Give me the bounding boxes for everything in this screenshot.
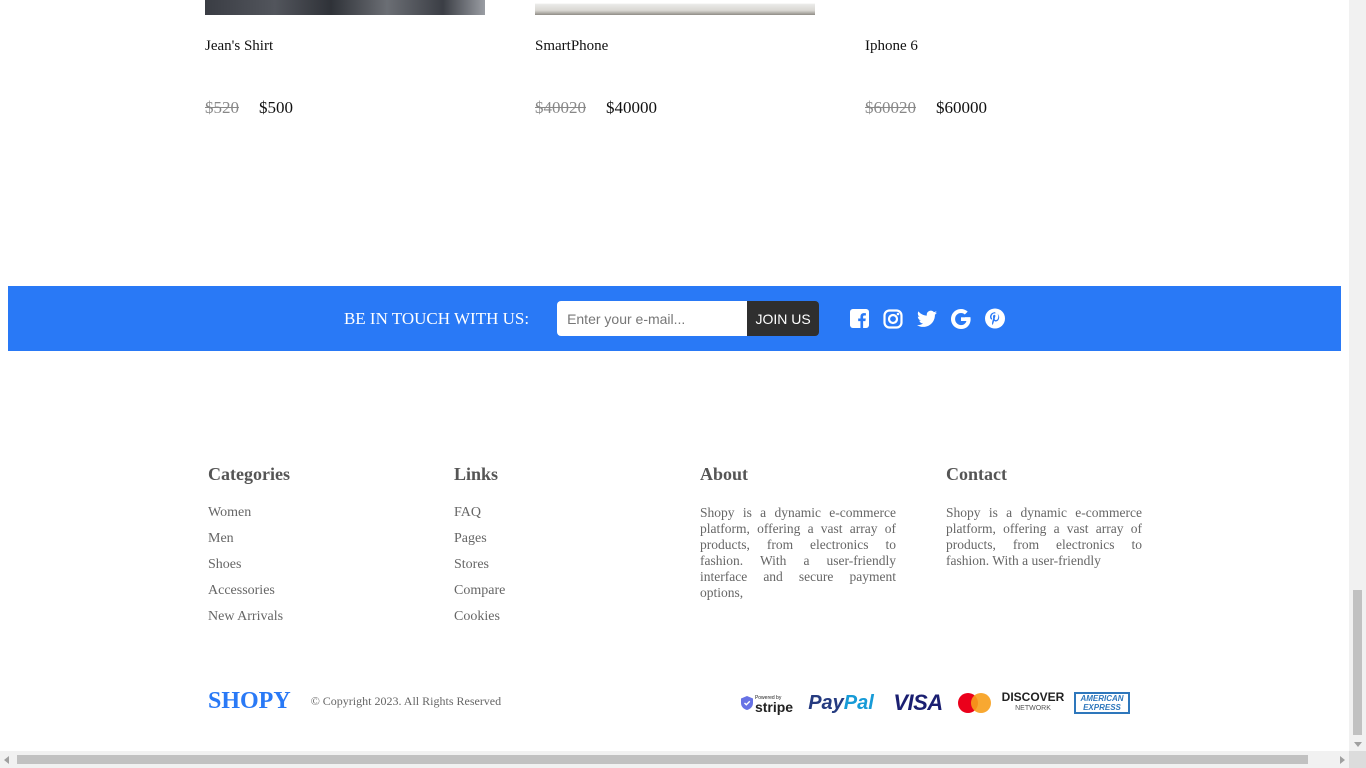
- product-prices: $60020 $60000: [865, 98, 1145, 118]
- horizontal-scroll-thumb[interactable]: [17, 755, 1308, 764]
- current-price: $500: [259, 98, 293, 117]
- pinterest-icon[interactable]: [985, 308, 1006, 329]
- footer-links: Links FAQ Pages Stores Compare Cookies: [454, 464, 700, 635]
- visa-label: VISA: [893, 690, 943, 715]
- footer-about: About Shopy is a dynamic e-commerce plat…: [700, 464, 946, 635]
- scrollbar-corner: [1349, 751, 1366, 768]
- instagram-icon[interactable]: [883, 308, 903, 329]
- product-name[interactable]: Iphone 6: [865, 38, 1145, 58]
- discover-network-label: NETWORK: [1015, 705, 1051, 712]
- twitter-icon[interactable]: [917, 309, 938, 329]
- current-price: $40000: [606, 98, 657, 117]
- product-name[interactable]: SmartPhone: [535, 38, 815, 58]
- join-us-button[interactable]: JOIN US: [747, 301, 820, 336]
- about-text: Shopy is a dynamic e-commerce platform, …: [700, 505, 896, 600]
- footer-link-compare[interactable]: Compare: [454, 583, 700, 609]
- shield-icon: [740, 696, 753, 710]
- product-prices: $40020 $40000: [535, 98, 815, 118]
- footer-link-cookies[interactable]: Cookies: [454, 609, 700, 635]
- mastercard-yellow-circle: [971, 693, 991, 713]
- stripe-label: stripe: [754, 699, 794, 715]
- facebook-icon[interactable]: [849, 309, 869, 329]
- footer-categories: Categories Women Men Shoes Accessories N…: [208, 464, 454, 635]
- paypal-logo: Pay Pal: [804, 690, 878, 716]
- newsletter-label: BE IN TOUCH WITH US:: [343, 308, 530, 328]
- brand-logo[interactable]: SHOPY: [208, 688, 291, 715]
- discover-label: DISCOVER: [1001, 690, 1065, 704]
- product-prices: $520 $500: [205, 98, 485, 118]
- product-image[interactable]: [535, 0, 815, 15]
- vertical-scroll-thumb[interactable]: [1353, 590, 1362, 735]
- paypal-label-pay: Pay: [808, 691, 844, 714]
- links-heading: Links: [454, 464, 499, 484]
- newsletter-banner: BE IN TOUCH WITH US: JOIN US: [8, 286, 1341, 351]
- email-input[interactable]: [557, 301, 748, 336]
- old-price: $520: [205, 98, 239, 117]
- paypal-label-pal: Pal: [843, 691, 874, 714]
- product-card[interactable]: SmartPhone $40020 $40000: [535, 0, 815, 118]
- discover-logo: DISCOVER NETWORK: [1001, 690, 1065, 716]
- amex-label-express: EXPRESS: [1083, 703, 1121, 712]
- product-name[interactable]: Jean's Shirt: [205, 38, 485, 58]
- old-price: $40020: [535, 98, 586, 117]
- footer-link-stores[interactable]: Stores: [454, 557, 700, 583]
- category-link-shoes[interactable]: Shoes: [208, 557, 454, 583]
- category-link-women[interactable]: Women: [208, 505, 454, 531]
- footer-link-faq[interactable]: FAQ: [454, 505, 700, 531]
- mastercard-logo: [958, 690, 992, 716]
- product-row: Jean's Shirt $520 $500 SmartPhone $40020…: [205, 0, 1145, 118]
- contact-text: Shopy is a dynamic e-commerce platform, …: [946, 505, 1142, 568]
- scroll-right-arrow-icon[interactable]: [1340, 756, 1345, 764]
- categories-list: Women Men Shoes Accessories New Arrivals: [208, 505, 454, 635]
- payment-methods: Powered by stripe Pay Pal VISA DISCOVER N…: [740, 690, 1130, 716]
- contact-heading: Contact: [946, 464, 1007, 484]
- category-link-accessories[interactable]: Accessories: [208, 583, 454, 609]
- horizontal-scrollbar[interactable]: [0, 751, 1349, 768]
- category-link-new-arrivals[interactable]: New Arrivals: [208, 609, 454, 635]
- categories-heading: Categories: [208, 464, 290, 484]
- footer-bottom: SHOPY © Copyright 2023. All Rights Reser…: [208, 688, 501, 715]
- about-heading: About: [700, 464, 749, 484]
- category-link-men[interactable]: Men: [208, 531, 454, 557]
- amex-label-american: AMERICAN: [1080, 694, 1124, 703]
- copyright-text: © Copyright 2023. All Rights Reserved: [310, 694, 502, 708]
- vertical-scrollbar[interactable]: [1349, 0, 1366, 751]
- social-links: [849, 308, 1006, 329]
- old-price: $60020: [865, 98, 916, 117]
- stripe-logo: Powered by stripe: [740, 690, 794, 716]
- product-image[interactable]: [205, 0, 485, 15]
- footer-link-pages[interactable]: Pages: [454, 531, 700, 557]
- footer-columns: Categories Women Men Shoes Accessories N…: [208, 464, 1192, 635]
- visa-logo: VISA: [888, 690, 948, 716]
- google-icon[interactable]: [951, 308, 971, 329]
- product-card[interactable]: Iphone 6 $60020 $60000: [865, 0, 1145, 118]
- product-card[interactable]: Jean's Shirt $520 $500: [205, 0, 485, 118]
- footer-contact: Contact Shopy is a dynamic e-commerce pl…: [946, 464, 1192, 635]
- scroll-left-arrow-icon[interactable]: [4, 756, 9, 764]
- scroll-down-arrow-icon[interactable]: [1354, 742, 1362, 747]
- product-image[interactable]: [865, 0, 1145, 15]
- current-price: $60000: [936, 98, 987, 117]
- amex-logo: AMERICAN EXPRESS: [1074, 692, 1130, 714]
- links-list: FAQ Pages Stores Compare Cookies: [454, 505, 700, 635]
